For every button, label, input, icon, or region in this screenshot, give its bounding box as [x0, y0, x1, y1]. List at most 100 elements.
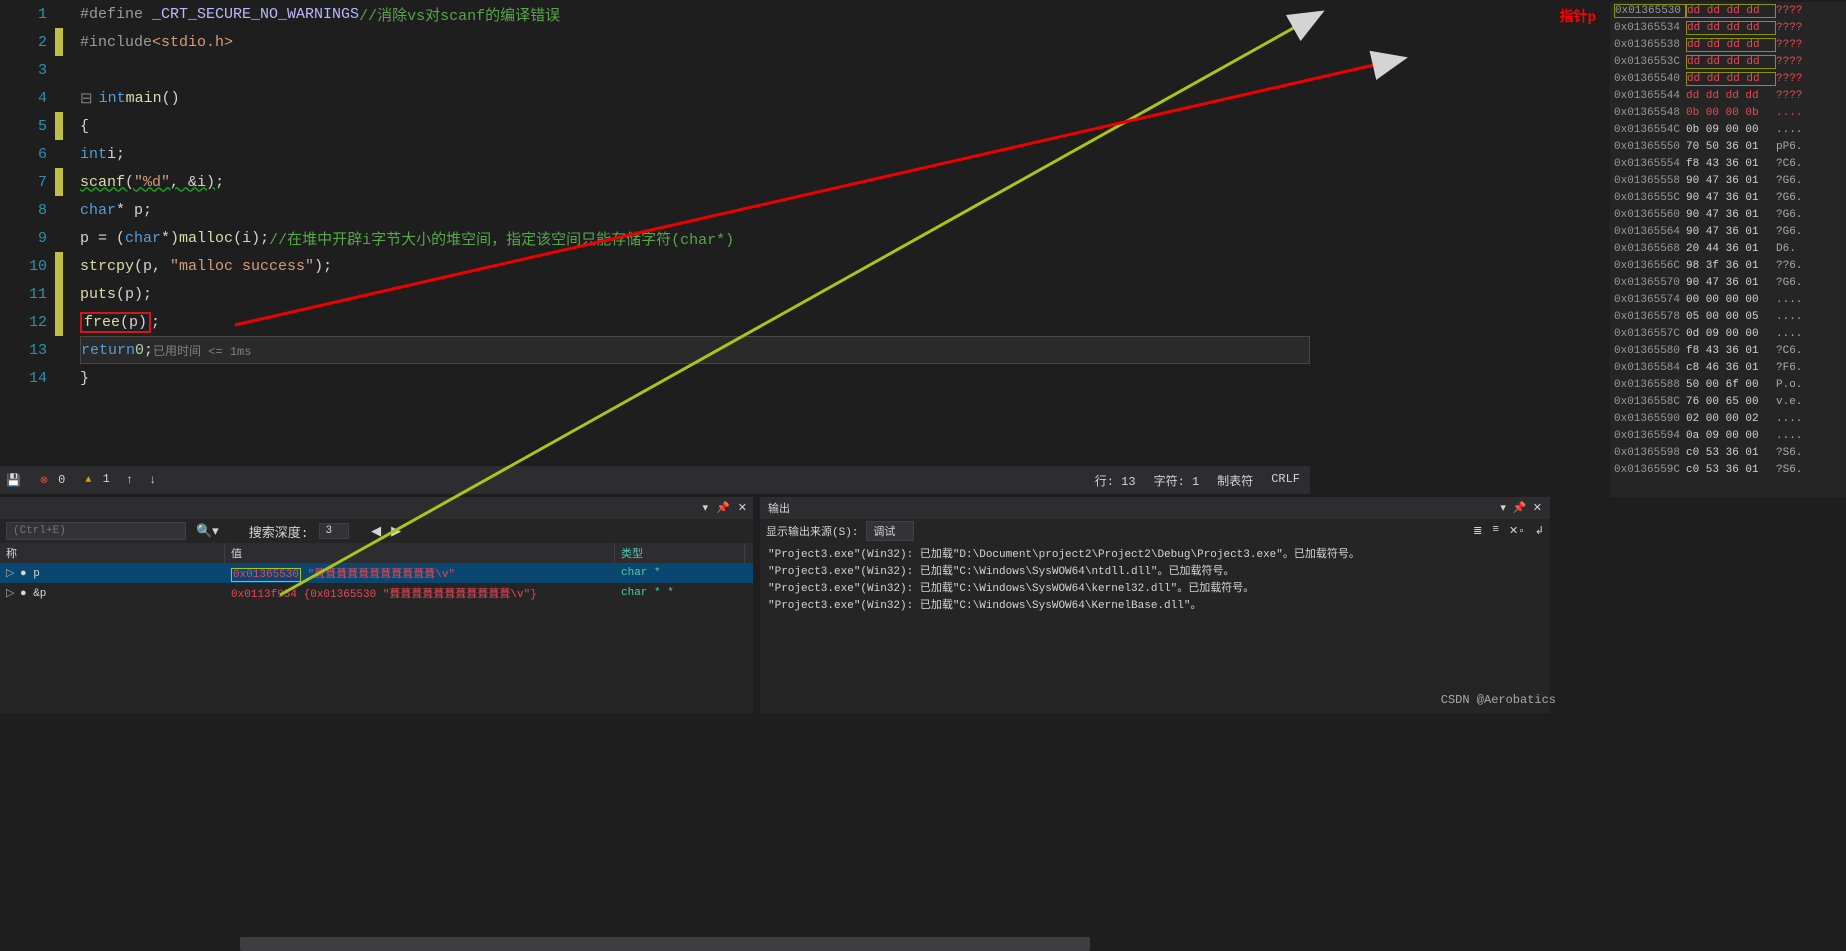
wrap-icon[interactable]: ↲ — [1535, 524, 1544, 538]
memory-row[interactable]: 0x01365530dd dd dd dd???? — [1610, 2, 1846, 19]
code-line[interactable]: int i; — [80, 140, 1310, 168]
nav-fwd-icon[interactable]: ▶ — [391, 524, 401, 539]
memory-view[interactable]: 0x01365530dd dd dd dd????0x01365534dd dd… — [1610, 2, 1846, 497]
breakpoint-margin[interactable] — [55, 336, 63, 364]
close-icon[interactable]: ✕ — [1533, 503, 1542, 515]
memory-row[interactable]: 0x0136559002 00 00 02.... — [1610, 410, 1846, 427]
breakpoint-margin[interactable] — [55, 56, 63, 84]
warning-count[interactable]: ▲ 1 — [81, 472, 109, 488]
autos-row[interactable]: ▷● p0x01365530 "葺葺葺葺葺葺葺葺葺葺葺\v"char * — [0, 563, 753, 583]
breakpoint-margin[interactable] — [55, 224, 63, 252]
line-number[interactable]: 3 — [0, 62, 55, 79]
dropdown-icon[interactable]: ▾ — [1500, 503, 1506, 515]
memory-row[interactable]: 0x01365544dd dd dd dd???? — [1610, 87, 1846, 104]
search-input[interactable] — [6, 522, 186, 540]
memory-row[interactable]: 0x01365540dd dd dd dd???? — [1610, 70, 1846, 87]
code-line[interactable] — [80, 56, 1310, 84]
nav-up-icon[interactable]: ↑ — [126, 473, 133, 487]
code-line[interactable]: free(p); — [80, 308, 1310, 336]
code-line[interactable]: scanf("%d", &i); — [80, 168, 1310, 196]
line-number[interactable]: 11 — [0, 286, 55, 303]
memory-row[interactable]: 0x0136558850 00 6f 00P.o. — [1610, 376, 1846, 393]
autos-panel[interactable]: ▾ 📌 ✕ 🔍▾ 搜索深度: 3 ◀ ▶ 称 值 类型 ▷● p0x013655… — [0, 497, 753, 713]
memory-row[interactable]: 0x0136557805 00 00 05.... — [1610, 308, 1846, 325]
memory-row[interactable]: 0x013655940a 09 00 00.... — [1610, 427, 1846, 444]
code-line[interactable]: strcpy(p, "malloc success"); — [80, 252, 1310, 280]
memory-row[interactable]: 0x0136554C0b 09 00 00.... — [1610, 121, 1846, 138]
output-panel[interactable]: 输出 ▾ 📌 ✕ 显示输出来源(S): 调试 ≣ ≡ ✕▫ ↲ "Project… — [760, 497, 1550, 713]
breakpoint-margin[interactable] — [55, 308, 63, 336]
memory-row[interactable]: 0x0136559Cc0 53 36 01?S6. — [1610, 461, 1846, 478]
memory-row[interactable]: 0x0136555890 47 36 01?G6. — [1610, 172, 1846, 189]
clear-icon[interactable]: ✕▫ — [1509, 524, 1525, 538]
memory-row[interactable]: 0x0136553Cdd dd dd dd???? — [1610, 53, 1846, 70]
output-tab-label[interactable]: 输出 — [768, 500, 790, 516]
breakpoint-margin[interactable] — [55, 112, 63, 140]
code-line[interactable]: char* p; — [80, 196, 1310, 224]
breakpoint-margin[interactable] — [55, 280, 63, 308]
line-number[interactable]: 7 — [0, 174, 55, 191]
line-number[interactable]: 1 — [0, 6, 55, 23]
memory-row[interactable]: 0x0136556090 47 36 01?G6. — [1610, 206, 1846, 223]
code-line[interactable]: p = (char*)malloc(i); //在堆中开辟i字节大小的堆空间，指… — [80, 224, 1310, 252]
memory-row[interactable]: 0x01365580f8 43 36 01?C6. — [1610, 342, 1846, 359]
memory-row[interactable]: 0x0136556490 47 36 01?G6. — [1610, 223, 1846, 240]
breakpoint-margin[interactable] — [55, 168, 63, 196]
tool-icon[interactable]: ≡ — [1492, 524, 1499, 538]
memory-row[interactable]: 0x0136556C98 3f 36 01??6. — [1610, 257, 1846, 274]
line-number[interactable]: 8 — [0, 202, 55, 219]
memory-row[interactable]: 0x0136555070 50 36 01pP6. — [1610, 138, 1846, 155]
memory-row[interactable]: 0x01365538dd dd dd dd???? — [1610, 36, 1846, 53]
breakpoint-margin[interactable] — [55, 196, 63, 224]
memory-row[interactable]: 0x01365584c8 46 36 01?F6. — [1610, 359, 1846, 376]
code-line[interactable]: #include<stdio.h> — [80, 28, 1310, 56]
output-text[interactable]: "Project3.exe"(Win32): 已加载"D:\Document\p… — [760, 543, 1550, 619]
line-number[interactable]: 12 — [0, 314, 55, 331]
close-icon[interactable]: ✕ — [738, 501, 747, 515]
code-editor[interactable]: 1234567891011121314 #define _CRT_SECURE_… — [0, 0, 1310, 460]
line-number[interactable]: 14 — [0, 370, 55, 387]
depth-select[interactable]: 3 — [319, 523, 350, 539]
memory-row[interactable]: 0x0136557C0d 09 00 00.... — [1610, 325, 1846, 342]
breakpoint-margin[interactable] — [55, 28, 63, 56]
tool-icon[interactable]: ≣ — [1473, 524, 1482, 538]
breakpoint-margin[interactable] — [55, 84, 63, 112]
memory-row[interactable]: 0x0136557090 47 36 01?G6. — [1610, 274, 1846, 291]
autos-row[interactable]: ▷● &p0x0113f954 {0x01365530 "葺葺葺葺葺葺葺葺葺葺葺… — [0, 583, 753, 603]
breakpoint-margin[interactable] — [55, 364, 63, 392]
code-line[interactable]: ⊟int main() — [80, 84, 1310, 112]
nav-back-icon[interactable]: ◀ — [371, 524, 381, 539]
dropdown-icon[interactable]: ▾ — [703, 501, 709, 515]
line-number[interactable]: 9 — [0, 230, 55, 247]
error-count[interactable]: ⊗ 0 — [37, 473, 65, 488]
pin-icon[interactable]: 📌 — [1512, 503, 1526, 515]
memory-row[interactable]: 0x0136557400 00 00 00.... — [1610, 291, 1846, 308]
memory-row[interactable]: 0x01365554f8 43 36 01?C6. — [1610, 155, 1846, 172]
h-scrollbar[interactable] — [240, 937, 1090, 951]
line-number[interactable]: 10 — [0, 258, 55, 275]
code-line[interactable]: { — [80, 112, 1310, 140]
memory-row[interactable]: 0x0136555C90 47 36 01?G6. — [1610, 189, 1846, 206]
floppy-icon[interactable]: 💾 — [6, 473, 21, 488]
line-number[interactable]: 4 — [0, 90, 55, 107]
pin-icon[interactable]: 📌 — [716, 501, 730, 515]
nav-down-icon[interactable]: ↓ — [149, 473, 156, 487]
line-number[interactable]: 13 — [0, 342, 55, 359]
memory-row[interactable]: 0x0136558C76 00 65 00v.e. — [1610, 393, 1846, 410]
memory-row[interactable]: 0x01365598c0 53 36 01?S6. — [1610, 444, 1846, 461]
breakpoint-margin[interactable] — [55, 140, 63, 168]
output-source-select[interactable]: 调试 — [866, 521, 914, 541]
memory-row[interactable]: 0x013655480b 00 00 0b.... — [1610, 104, 1846, 121]
line-number[interactable]: 6 — [0, 146, 55, 163]
memory-row[interactable]: 0x01365534dd dd dd dd???? — [1610, 19, 1846, 36]
search-icon[interactable]: 🔍▾ — [196, 524, 219, 539]
code-line[interactable]: } — [80, 364, 1310, 392]
breakpoint-margin[interactable] — [55, 252, 63, 280]
memory-row[interactable]: 0x0136556820 44 36 01 D6. — [1610, 240, 1846, 257]
line-number[interactable]: 5 — [0, 118, 55, 135]
line-number[interactable]: 2 — [0, 34, 55, 51]
breakpoint-margin[interactable] — [55, 0, 63, 28]
code-line[interactable]: puts(p); — [80, 280, 1310, 308]
code-line[interactable]: #define _CRT_SECURE_NO_WARNINGS //消除vs对s… — [80, 0, 1310, 28]
code-line[interactable]: return 0; 已用时间 <= 1ms — [80, 336, 1310, 364]
